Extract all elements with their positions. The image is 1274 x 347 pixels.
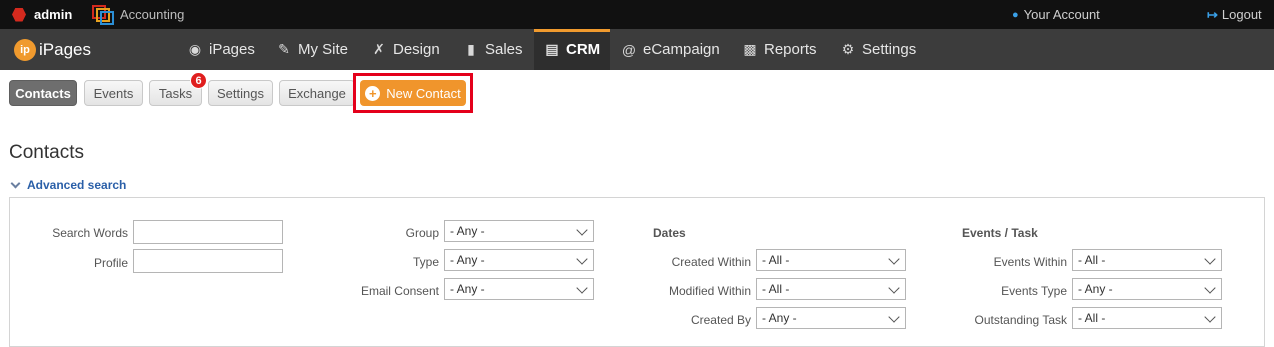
- nav-label: eCampaign: [643, 41, 720, 58]
- events-task-header: Events / Task: [962, 226, 1038, 240]
- logout-icon: ↦: [1207, 6, 1218, 22]
- admin-menu[interactable]: admin: [12, 0, 72, 29]
- profile-label: Profile: [93, 256, 128, 270]
- group-label: Group: [405, 226, 439, 240]
- tasks-count-badge: 6: [190, 72, 207, 89]
- logo-text: iPages: [39, 40, 91, 59]
- nav-label: Settings: [862, 41, 917, 58]
- chevron-down-icon: [888, 282, 900, 294]
- dates-header: Dates: [653, 226, 686, 240]
- search-words-label: Search Words: [52, 226, 128, 240]
- nav-item-sales[interactable]: ▮ Sales: [462, 29, 526, 70]
- nav-item-settings[interactable]: ⚙ Settings: [839, 29, 921, 70]
- your-account-link[interactable]: ● Your Account: [1012, 0, 1100, 29]
- ipages-logo-icon: ip: [14, 39, 36, 61]
- events-within-label: Events Within: [993, 255, 1067, 269]
- email-consent-value: - Any -: [450, 282, 485, 296]
- modified-within-label: Modified Within: [668, 284, 751, 298]
- top-bar: admin Accounting ● Your Account ↦ Logout: [0, 0, 1274, 29]
- contacts-book-icon: ▤: [545, 41, 559, 57]
- created-by-value: - Any -: [762, 311, 797, 325]
- chevron-down-icon: [888, 311, 900, 323]
- edit-page-icon: ✎: [278, 41, 290, 57]
- logout-label: Logout: [1221, 7, 1262, 22]
- chevron-down-icon: [888, 253, 900, 265]
- user-icon: ●: [1012, 8, 1019, 21]
- new-contact-button[interactable]: + New Contact: [360, 80, 466, 106]
- ipages-icon: ◉: [188, 41, 202, 57]
- design-tools-icon: ✗: [373, 41, 385, 57]
- chevron-down-icon: [10, 178, 21, 188]
- created-within-value: - All -: [762, 253, 790, 267]
- your-account-label: Your Account: [1023, 7, 1100, 22]
- bar-chart-icon: ▩: [743, 41, 757, 57]
- created-within-select[interactable]: - All -: [756, 249, 906, 271]
- nav-item-ecampaign[interactable]: @ eCampaign: [620, 29, 726, 70]
- nav-label: My Site: [298, 41, 349, 58]
- accounting-label: Accounting: [120, 7, 185, 22]
- events-type-select[interactable]: - Any -: [1072, 278, 1222, 300]
- email-consent-select[interactable]: - Any -: [444, 278, 594, 300]
- nav-label: Sales: [485, 41, 523, 58]
- advanced-search-label: Advanced search: [27, 178, 127, 192]
- nav-item-reports[interactable]: ▩ Reports: [741, 29, 823, 70]
- type-label: Type: [412, 255, 439, 269]
- chevron-down-icon: [1204, 282, 1216, 294]
- modified-within-value: - All -: [762, 282, 790, 296]
- nav-label: iPages: [209, 41, 255, 58]
- nav-label: Reports: [764, 41, 817, 58]
- page-title: Contacts: [9, 142, 84, 163]
- events-type-value: - Any -: [1078, 282, 1113, 296]
- chevron-down-icon: [576, 253, 588, 265]
- profile-input[interactable]: [133, 249, 283, 273]
- nav-label: Design: [393, 41, 440, 58]
- plus-circle-icon: +: [365, 85, 381, 101]
- advanced-search-toggle[interactable]: Advanced search: [10, 178, 126, 192]
- nav-label: CRM: [566, 41, 601, 58]
- nav-item-my-site[interactable]: ✎ My Site: [275, 29, 355, 70]
- type-value: - Any -: [450, 253, 485, 267]
- accounting-squares-icon: [92, 4, 114, 25]
- nav-item-ipages[interactable]: ◉ iPages: [186, 29, 260, 70]
- nav-item-design[interactable]: ✗ Design: [370, 29, 444, 70]
- crm-sub-nav: Contacts Events Tasks 6 Settings Exchang…: [0, 70, 1274, 115]
- email-consent-label: Email Consent: [360, 284, 439, 298]
- accounting-link[interactable]: Accounting: [92, 0, 184, 29]
- tab-settings[interactable]: Settings: [208, 80, 273, 106]
- events-type-label: Events Type: [1001, 284, 1067, 298]
- sales-icon: ▮: [467, 41, 475, 57]
- gear-icon: ⚙: [841, 41, 855, 57]
- tab-events[interactable]: Events: [84, 80, 143, 106]
- search-words-input[interactable]: [133, 220, 283, 244]
- created-by-label: Created By: [690, 313, 751, 327]
- type-select[interactable]: - Any -: [444, 249, 594, 271]
- new-contact-label: New Contact: [386, 85, 461, 101]
- outstanding-task-value: - All -: [1078, 311, 1106, 325]
- group-select[interactable]: - Any -: [444, 220, 594, 242]
- main-nav: ip iPages ◉ iPages ✎ My Site ✗ Design ▮ …: [0, 29, 1274, 70]
- group-value: - Any -: [450, 224, 485, 238]
- admin-label: admin: [34, 7, 73, 22]
- modified-within-select[interactable]: - All -: [756, 278, 906, 300]
- chevron-down-icon: [1204, 311, 1216, 323]
- outstanding-task-label: Outstanding Task: [974, 313, 1067, 327]
- tab-contacts[interactable]: Contacts: [9, 80, 77, 106]
- logout-link[interactable]: ↦ Logout: [1207, 0, 1262, 29]
- ipages-logo[interactable]: ip iPages: [14, 39, 91, 61]
- at-sign-icon: @: [621, 41, 637, 58]
- chevron-down-icon: [576, 282, 588, 294]
- events-within-select[interactable]: - All -: [1072, 249, 1222, 271]
- created-within-label: Created Within: [671, 255, 751, 269]
- chevron-down-icon: [1204, 253, 1216, 265]
- tab-exchange[interactable]: Exchange: [279, 80, 355, 106]
- created-by-select[interactable]: - Any -: [756, 307, 906, 329]
- chevron-down-icon: [576, 224, 588, 236]
- outstanding-task-select[interactable]: - All -: [1072, 307, 1222, 329]
- events-within-value: - All -: [1078, 253, 1106, 267]
- nav-item-crm[interactable]: ▤ CRM: [534, 29, 610, 70]
- admin-hexagon-icon: [12, 7, 26, 22]
